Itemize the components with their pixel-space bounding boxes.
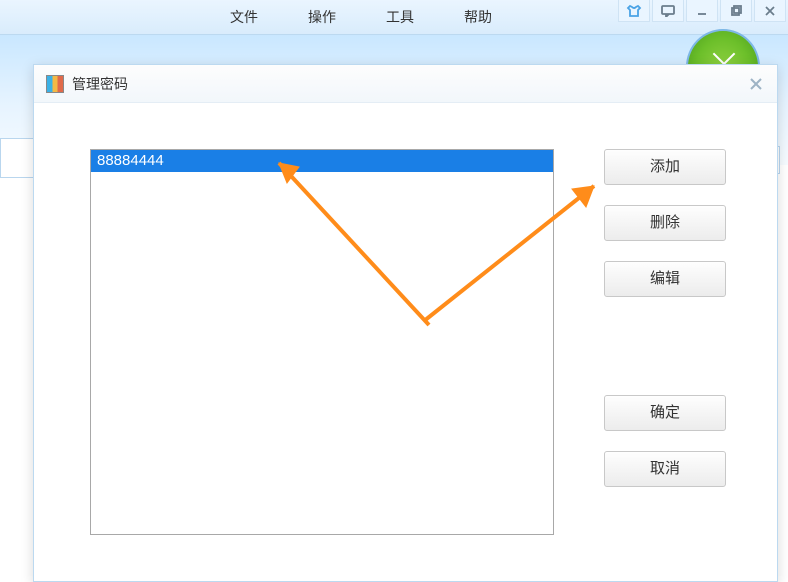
dialog-titlebar: 管理密码	[34, 65, 777, 103]
annotation-arrow-2	[414, 171, 614, 331]
close-window-button[interactable]	[754, 0, 786, 22]
menu-help[interactable]: 帮助	[464, 7, 492, 27]
add-button[interactable]: 添加	[604, 149, 726, 185]
dialog-close-button[interactable]	[745, 73, 767, 95]
cancel-button[interactable]: 取消	[604, 451, 726, 487]
skin-icon[interactable]	[618, 0, 650, 22]
minimize-button[interactable]	[686, 0, 718, 22]
window-controls	[618, 0, 788, 35]
menu-file[interactable]: 文件	[230, 7, 258, 27]
maximize-button[interactable]	[720, 0, 752, 22]
edit-button[interactable]: 编辑	[604, 261, 726, 297]
manage-password-dialog: 管理密码 88884444 添加 删除 编辑 确定 取消	[33, 64, 778, 582]
menu-tools[interactable]: 工具	[386, 7, 414, 27]
dialog-title: 管理密码	[72, 74, 128, 94]
menu-operate[interactable]: 操作	[308, 7, 336, 27]
annotation-arrow-1	[259, 145, 439, 335]
button-column: 添加 删除 编辑 确定 取消	[604, 149, 726, 535]
archive-icon	[46, 75, 64, 93]
delete-button[interactable]: 删除	[604, 205, 726, 241]
dialog-body: 88884444 添加 删除 编辑 确定 取消	[34, 103, 777, 555]
ok-button[interactable]: 确定	[604, 395, 726, 431]
feedback-icon[interactable]	[652, 0, 684, 22]
